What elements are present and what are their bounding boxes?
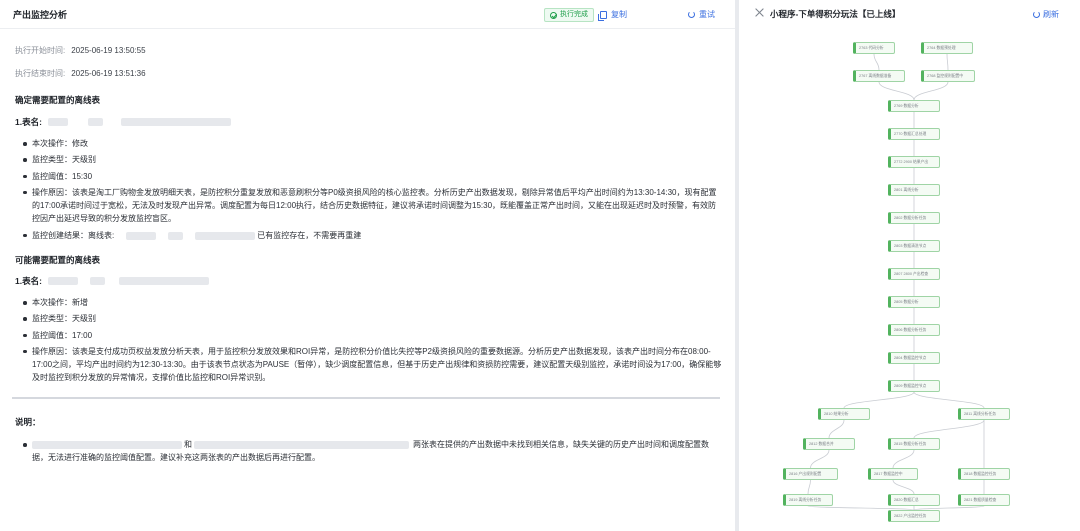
table-label: 1.表名:: [15, 276, 42, 286]
dag-edge: [843, 391, 915, 409]
redacted-text: [120, 118, 231, 126]
retry-button[interactable]: 重试: [688, 9, 715, 20]
list-item: 操作原因：该表是淘工厂购物金发放明细天表，是防控积分重复发放和恶意刷积分等P0级…: [22, 186, 722, 226]
redacted-text: [32, 440, 182, 449]
note-title: 说明：: [15, 417, 41, 427]
end-time-row: 执行结束时间: 2025-06-19 13:51:36: [15, 68, 146, 79]
note-list: 和两张表在提供的产出数据中未找到相关信息，缺失关键的历史产出时间和调度配置数据，…: [22, 438, 722, 465]
dag-node[interactable]: 2819 离线分析任务: [783, 494, 833, 506]
dag-node[interactable]: 2806 数据分析任务: [888, 324, 940, 336]
retry-label: 重试: [699, 10, 715, 19]
copy-label: 复制: [611, 10, 627, 19]
dag-node[interactable]: 2809 数据监控节点: [888, 380, 940, 392]
dag-edge: [807, 479, 811, 495]
list-item: 监控类型：天级别: [22, 312, 722, 325]
dag-node[interactable]: 2822 产出监控任务: [888, 510, 940, 522]
list-item: 监控类型：天级别: [22, 153, 722, 166]
dag-edge: [810, 449, 830, 469]
table-name-row: 1.表名:: [15, 116, 231, 128]
end-time-value: 2025-06-19 13:51:36: [71, 69, 146, 78]
dag-node[interactable]: 2807 2800 产出检查: [888, 268, 940, 280]
panel-title: 产出监控分析: [13, 10, 68, 20]
dag-node[interactable]: 2815 数据分析任务: [888, 438, 940, 450]
start-time-label: 执行开始时间:: [15, 46, 66, 55]
table-name-row: 1.表名:: [15, 275, 209, 287]
dag-node[interactable]: 2821 数据质量检查: [958, 494, 1010, 506]
redacted-text: [47, 277, 78, 285]
refresh-icon: [688, 11, 695, 18]
dag-node[interactable]: 2820 数据汇总: [888, 494, 940, 506]
dag-edge: [913, 419, 985, 439]
result-suffix: 已有监控存在，不需要再重建: [257, 230, 362, 240]
dag-edge: [892, 449, 915, 469]
start-time-row: 执行开始时间: 2025-06-19 13:50:55: [15, 45, 146, 56]
result-prefix: 监控创建结果：离线表:: [32, 230, 115, 240]
dag-edge: [913, 81, 949, 101]
refresh-icon: [1033, 11, 1040, 18]
section2-list: 本次操作：新增 监控类型：天级别 监控阈值：17:00 操作原因：该表是支付成功…: [22, 296, 722, 385]
workflow-panel: 小程序-下单得积分玩法【已上线】 刷新 2763 代码分析 2764 数据预处理 2…: [739, 0, 1080, 531]
dag-edge: [892, 479, 915, 495]
dag-node[interactable]: 2818 数据监控任务: [958, 468, 1010, 480]
list-item: 操作原因：该表是支付成功页权益发放分析天表，用于监控积分发放效果和ROI异常，是…: [22, 345, 722, 385]
refresh-label: 刷新: [1043, 10, 1059, 19]
check-circle-icon: [550, 11, 557, 19]
status-badge: 执行完成: [544, 8, 594, 22]
section-heading-possible: 可能需要配置的离线表: [15, 255, 101, 265]
dag-node[interactable]: 2770 数据汇总处理: [888, 128, 940, 140]
dag-node[interactable]: 2802 数据分析任务: [888, 212, 940, 224]
redacted-text: [89, 277, 105, 285]
dag-node[interactable]: 2817 数据监控中: [868, 468, 918, 480]
redacted-text: [87, 118, 103, 126]
redacted-text: [118, 277, 209, 285]
list-item-result: 监控创建结果：离线表: 已有监控存在，不需要再重建: [22, 229, 722, 242]
dag-node[interactable]: 2810 结果分析: [818, 408, 870, 420]
workflow-header: 小程序-下单得积分玩法【已上线】 刷新: [739, 0, 1080, 28]
list-item: 监控阈值：15:30: [22, 170, 722, 183]
dag-edge: [873, 53, 880, 71]
analysis-header: 产出监控分析 执行完成 复制 重试: [0, 0, 735, 29]
redacted-text: [168, 231, 184, 240]
copy-icon: [598, 10, 607, 21]
dag-node[interactable]: 2772 2900 结果产出: [888, 156, 940, 168]
close-icon[interactable]: [755, 8, 764, 17]
section1-list: 本次操作：修改 监控类型：天级别 监控阈值：15:30 操作原因：该表是淘工厂购…: [22, 137, 722, 242]
redacted-text: [194, 440, 409, 449]
dag-node[interactable]: 2763 代码分析: [853, 42, 895, 54]
refresh-button[interactable]: 刷新: [1033, 9, 1059, 20]
dag-node[interactable]: 2768 监控规则配置中: [921, 70, 975, 82]
dag-edge: [828, 419, 845, 439]
dag-node[interactable]: 2803 数据清洗节点: [888, 240, 940, 252]
start-time-value: 2025-06-19 13:50:55: [71, 46, 146, 55]
list-item: 本次操作：修改: [22, 137, 722, 150]
list-item: 本次操作：新增: [22, 296, 722, 309]
dag-node[interactable]: 2804 数据监控节点: [888, 352, 940, 364]
note-connector: 和: [184, 440, 192, 449]
dag-node[interactable]: 2769 数据分析: [888, 100, 940, 112]
workflow-canvas[interactable]: 2763 代码分析 2764 数据预处理 2767 离线数据准备 2768 监控规则配…: [753, 28, 1068, 523]
table-label: 1.表名:: [15, 117, 42, 127]
end-time-label: 执行结束时间:: [15, 69, 66, 78]
section-divider: [12, 397, 720, 399]
note-item: 和两张表在提供的产出数据中未找到相关信息，缺失关键的历史产出时间和调度配置数据，…: [22, 438, 722, 465]
redacted-text: [47, 118, 68, 126]
dag-node[interactable]: 2812 数据合并: [803, 438, 855, 450]
dag-node[interactable]: 2805 数据分析: [888, 296, 940, 308]
analysis-panel: 产出监控分析 执行完成 复制 重试 执行开始时间: 2025-06-19 13:5…: [0, 0, 735, 531]
section-heading-confirmed: 确定需要配置的离线表: [15, 95, 101, 105]
dag-node[interactable]: 2764 数据预处理: [921, 42, 973, 54]
workflow-title: 小程序-下单得积分玩法【已上线】: [770, 9, 901, 19]
dag-edge: [878, 81, 915, 101]
redacted-text: [195, 231, 256, 240]
dag-node[interactable]: 2801 离线分析: [888, 184, 940, 196]
dag-node[interactable]: 2811 离线分析任务: [958, 408, 1010, 420]
list-item: 监控阈值：17:00: [22, 329, 722, 342]
dag-edge: [913, 391, 985, 409]
redacted-text: [126, 231, 157, 240]
dag-node[interactable]: 2816 产出规则配置: [783, 468, 838, 480]
status-label: 执行完成: [560, 11, 588, 18]
copy-button[interactable]: 复制: [598, 9, 627, 21]
dag-edge: [946, 53, 949, 71]
dag-node[interactable]: 2767 离线数据准备: [853, 70, 905, 82]
